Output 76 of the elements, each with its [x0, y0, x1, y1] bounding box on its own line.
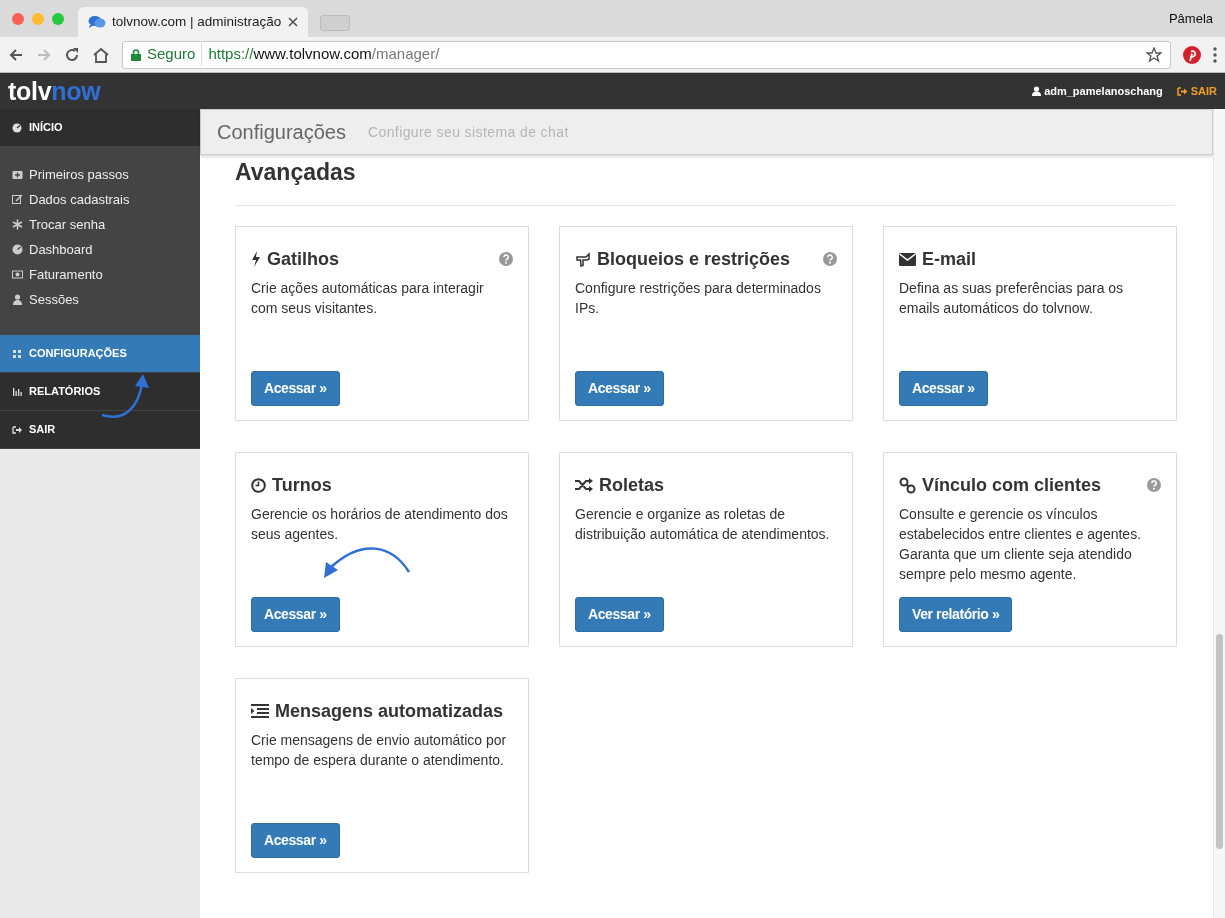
sidebar-item[interactable]: Dados cadastrais: [0, 187, 200, 212]
sidebar-item[interactable]: CONFIGURAÇÕES: [0, 335, 200, 373]
sidebar-item[interactable]: Trocar senha: [0, 212, 200, 237]
card-description: Consulte e gerencie os vínculos estabelecidos entre clientes e agentes. Garanta que um cliente seja atendido sempre pelo mesmo agente.: [899, 505, 1143, 585]
tab-title: tolvnow.com | administração: [112, 12, 282, 31]
back-icon[interactable]: [8, 46, 24, 63]
access-button[interactable]: Acessar »: [251, 822, 340, 858]
sign-out-icon: [1176, 86, 1188, 96]
access-button[interactable]: Acessar »: [575, 370, 664, 406]
card-description: Configure restrições para determinados IPs.: [575, 279, 822, 319]
access-button[interactable]: Acessar »: [575, 596, 664, 632]
star-icon[interactable]: [1146, 46, 1162, 63]
chat-bubbles-icon: [88, 15, 106, 29]
help-icon[interactable]: [823, 252, 837, 267]
close-window-button[interactable]: [12, 12, 24, 25]
card-description: Crie mensagens de envio automático por tempo de espera durante o atendimento.: [251, 731, 508, 771]
card-description: Crie ações automáticas para interagir com seus visitantes.: [251, 279, 485, 319]
sidebar-item[interactable]: SAIR: [0, 411, 200, 449]
menu-icon[interactable]: [1213, 46, 1217, 63]
card-title: Mensagens automatizadas: [275, 700, 504, 723]
card-description: Gerencie e organize as roletas de distribuição automática de atendimentos.: [575, 505, 831, 545]
access-button[interactable]: Acessar »: [251, 596, 340, 632]
money-icon: [12, 269, 23, 280]
sidebar-item[interactable]: RELATÓRIOS: [0, 373, 200, 411]
user-icon: [1032, 86, 1042, 96]
card-title: E-mail: [922, 248, 977, 271]
lightning-bolt-icon: [251, 251, 261, 268]
url-text: https://www.tolvnow.com/manager/: [208, 44, 440, 65]
card-description: Defina as suas preferências para os emails automáticos do tolvnow.: [899, 279, 1125, 319]
forward-icon[interactable]: [36, 46, 52, 63]
reload-icon[interactable]: [64, 46, 80, 63]
user-name: adm_pamelanoschang: [1044, 83, 1163, 99]
edit-icon: [12, 194, 23, 205]
sidebar-item[interactable]: Primeiros passos: [0, 162, 200, 187]
home-icon[interactable]: [92, 46, 110, 63]
help-icon[interactable]: [499, 252, 513, 267]
browser-tab[interactable]: tolvnow.com | administração: [78, 7, 308, 37]
bar-chart-icon: [12, 386, 23, 397]
page-title: Configurações: [217, 120, 346, 144]
card-title: Roletas: [599, 474, 665, 497]
user-icon: [12, 294, 23, 305]
asterisk-icon: [12, 219, 23, 230]
access-button[interactable]: Acessar »: [251, 370, 340, 406]
medkit-icon: [12, 169, 23, 180]
logout-link[interactable]: SAIR: [1176, 82, 1217, 100]
pin-logo-icon[interactable]: [1183, 45, 1201, 64]
indent-list-icon: [251, 704, 269, 719]
maximize-window-button[interactable]: [52, 12, 64, 25]
access-button[interactable]: Acessar »: [899, 370, 988, 406]
close-icon[interactable]: [288, 17, 298, 27]
sidebar-item[interactable]: Sessões: [0, 287, 200, 312]
clock-icon: [251, 477, 266, 493]
sidebar-item[interactable]: Faturamento: [0, 262, 200, 287]
sidebar-item[interactable]: INÍCIO: [0, 109, 200, 147]
gauge-icon: [12, 244, 23, 255]
gauge-icon: [12, 122, 23, 133]
security-label: Seguro: [147, 43, 203, 66]
scrollbar-thumb[interactable]: [1216, 634, 1223, 849]
address-bar[interactable]: Seguro https://www.tolvnow.com/manager/: [122, 40, 1171, 69]
lock-icon: [131, 48, 141, 61]
sign-out-icon: [12, 424, 23, 435]
logo: tolvnow: [8, 78, 101, 104]
sidebar-item[interactable]: Dashboard: [0, 237, 200, 262]
card-description: Gerencie os horários de atendimento dos seus agentes.: [251, 505, 509, 545]
card-title: Vínculo com clientes: [922, 474, 1102, 497]
shuffle-icon: [575, 478, 593, 493]
chain-link-icon: [899, 476, 916, 494]
card-title: Gatilhos: [267, 248, 339, 271]
page-subtitle: Configure seu sistema de chat: [367, 122, 569, 142]
card-title: Bloqueios e restrições: [597, 248, 791, 271]
access-button[interactable]: Ver relatório »: [899, 596, 1013, 632]
section-title: Avançadas: [235, 159, 357, 187]
envelope-icon: [899, 252, 916, 266]
card-title: Turnos: [272, 474, 332, 497]
help-icon[interactable]: [1147, 478, 1161, 493]
profile-name[interactable]: Pâmela: [1168, 8, 1225, 29]
